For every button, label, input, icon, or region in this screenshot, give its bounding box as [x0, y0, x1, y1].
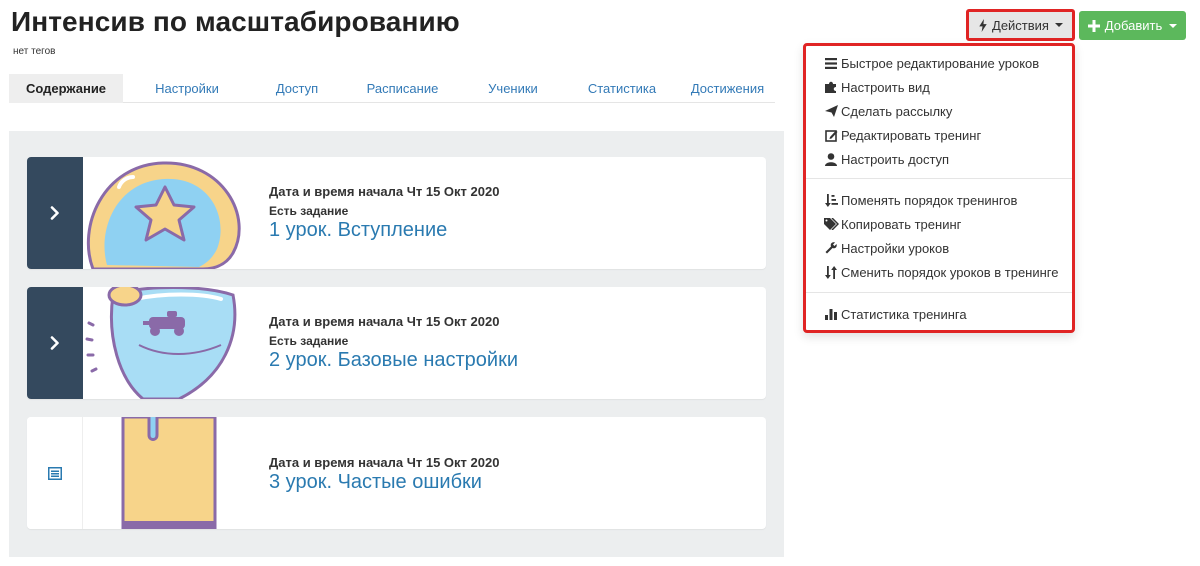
menu-item-edit-training[interactable]: Редактировать тренинг — [823, 125, 981, 145]
tab-settings[interactable]: Настройки — [123, 74, 251, 103]
menu-item-configure-view[interactable]: Настроить вид — [823, 77, 930, 97]
lesson-card[interactable]: Дата и время начала Чт 15 Окт 2020 Есть … — [27, 287, 766, 399]
page-title: Интенсив по масштабированию — [11, 6, 460, 37]
actions-button[interactable]: Действия — [966, 9, 1075, 41]
puzzle-icon — [823, 80, 839, 94]
bar-chart-icon — [823, 307, 839, 321]
menu-item-reorder-lessons[interactable]: Сменить порядок уроков в тренинге — [823, 262, 1058, 282]
expand-lesson-button[interactable] — [27, 157, 83, 269]
menu-divider — [806, 292, 1072, 293]
add-button-label: Добавить — [1104, 18, 1163, 33]
bolt-icon — [979, 18, 987, 32]
edit-icon — [823, 128, 839, 142]
lesson-card[interactable]: Дата и время начала Чт 15 Окт 2020 Есть … — [27, 157, 766, 269]
tags-label: нет тегов — [13, 46, 56, 57]
menu-item-reorder-trainings[interactable]: Поменять порядок тренингов — [823, 190, 1017, 210]
tab-schedule[interactable]: Расписание — [343, 74, 462, 103]
star-bubble-illustration — [83, 157, 243, 269]
lesson-thumbnail — [83, 287, 243, 399]
tab-statistics[interactable]: Статистика — [564, 74, 680, 103]
tab-content[interactable]: Содержание — [9, 74, 123, 103]
menu-item-label: Статистика тренинга — [841, 306, 967, 322]
add-button[interactable]: Добавить — [1079, 11, 1186, 40]
menu-item-send-mailing[interactable]: Сделать рассылку — [823, 101, 952, 121]
actions-button-label: Действия — [992, 17, 1049, 33]
bars-icon — [823, 56, 839, 70]
pencil-illustration — [83, 417, 243, 529]
menu-item-label: Копировать тренинг — [841, 216, 962, 232]
lesson-task-badge: Есть задание — [269, 334, 349, 348]
lesson-start-date: Дата и время начала Чт 15 Окт 2020 — [269, 455, 500, 470]
lesson-title-link[interactable]: 2 урок. Базовые настройки — [269, 349, 518, 372]
menu-item-lesson-settings[interactable]: Настройки уроков — [823, 238, 949, 258]
sort-order-icon — [823, 193, 839, 207]
lesson-title-link[interactable]: 1 урок. Вступление — [269, 219, 499, 242]
menu-item-label: Настройки уроков — [841, 240, 950, 256]
lesson-title-link[interactable]: 3 урок. Частые ошибки — [269, 471, 499, 494]
menu-item-label: Редактировать тренинг — [841, 127, 982, 143]
rocket-car-shield-illustration — [83, 287, 243, 399]
menu-item-training-statistics[interactable]: Статистика тренинга — [823, 304, 967, 324]
menu-item-copy-training[interactable]: Копировать тренинг — [823, 214, 961, 234]
menu-item-label: Настроить доступ — [841, 151, 950, 167]
menu-item-label: Сменить порядок уроков в тренинге — [841, 264, 1059, 280]
lesson-start-date: Дата и время начала Чт 15 Окт 2020 — [269, 184, 500, 199]
chevron-right-icon — [50, 206, 59, 220]
caret-down-icon — [1169, 23, 1178, 28]
lesson-thumbnail — [83, 157, 243, 269]
menu-item-label: Быстрое редактирование уроков — [841, 55, 1040, 71]
list-icon — [47, 466, 62, 480]
sort-arrows-icon — [823, 265, 839, 279]
lesson-type-indicator — [27, 417, 83, 529]
chevron-right-icon — [50, 336, 59, 350]
lesson-card[interactable]: Дата и время начала Чт 15 Окт 2020 3 уро… — [27, 417, 766, 529]
menu-item-quick-edit-lessons[interactable]: Быстрое редактирование уроков — [823, 53, 1039, 73]
user-icon — [823, 152, 839, 166]
tab-bar: Содержание Настройки Доступ Расписание У… — [9, 74, 775, 103]
tab-achievements[interactable]: Достижения — [680, 74, 775, 103]
caret-down-icon — [1054, 23, 1063, 27]
menu-divider — [806, 178, 1072, 179]
expand-lesson-button[interactable] — [27, 287, 83, 399]
lesson-start-date: Дата и время начала Чт 15 Окт 2020 — [269, 314, 500, 329]
actions-dropdown-menu: Быстрое редактирование уроков Настроить … — [803, 43, 1075, 333]
tab-students[interactable]: Ученики — [462, 74, 564, 103]
plus-icon — [1087, 19, 1100, 32]
menu-item-label: Поменять порядок тренингов — [841, 192, 1018, 208]
menu-item-configure-access[interactable]: Настроить доступ — [823, 149, 949, 169]
menu-item-label: Сделать рассылку — [841, 103, 953, 119]
lesson-thumbnail — [83, 417, 243, 529]
send-icon — [823, 104, 839, 118]
tab-access[interactable]: Доступ — [251, 74, 343, 103]
wrench-icon — [823, 241, 839, 255]
menu-item-label: Настроить вид — [841, 79, 930, 95]
tags-icon — [823, 217, 839, 231]
lesson-task-badge: Есть задание — [269, 204, 349, 218]
